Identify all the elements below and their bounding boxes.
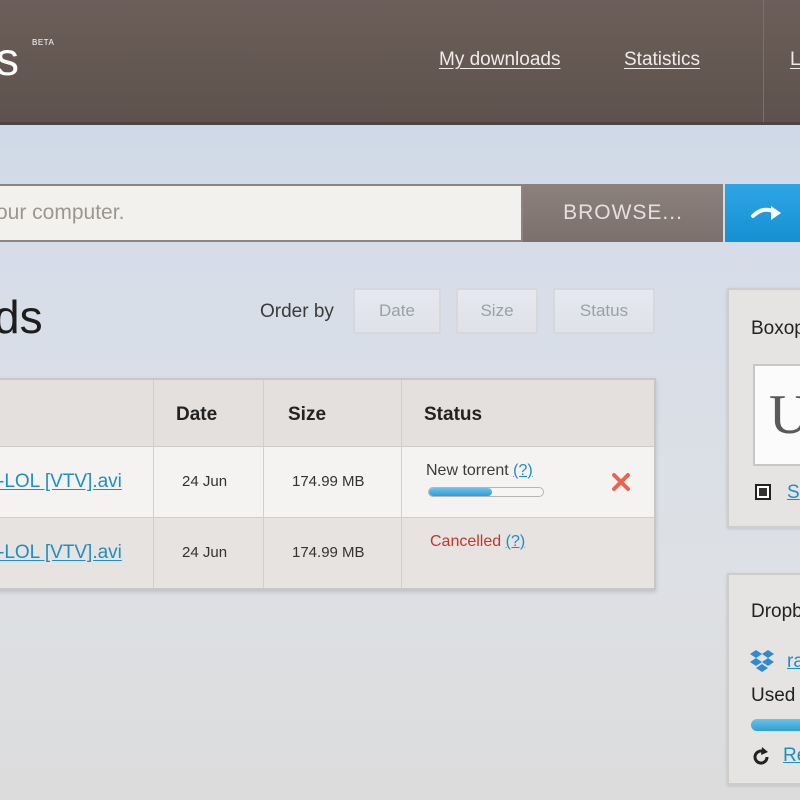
top-header: s BETA My downloads Statistics L: [0, 0, 800, 125]
dropbox-refresh-link[interactable]: Re: [783, 745, 800, 767]
dropbox-icon: [750, 650, 774, 672]
boxopus-panel: Boxop U S: [727, 288, 800, 528]
refresh-icon[interactable]: [751, 747, 771, 767]
download-date: 24 Jun: [182, 544, 228, 561]
arrow-right-icon: [751, 206, 781, 220]
download-date: 24 Jun: [182, 473, 228, 490]
browse-button[interactable]: BROWSE...: [523, 184, 723, 242]
boxopus-panel-title: Boxop: [751, 318, 800, 339]
nav-my-downloads[interactable]: My downloads: [439, 49, 560, 71]
order-by-size-button[interactable]: Size: [456, 288, 538, 334]
table-row: -LOL [VTV].avi 24 Jun 174.99 MB Cancelle…: [0, 518, 654, 588]
column-divider: [153, 380, 154, 588]
upload-go-button[interactable]: [725, 184, 800, 242]
status-text: New torrent: [426, 462, 509, 479]
status-help-link[interactable]: (?): [513, 462, 533, 479]
dropbox-panel: Dropb ra Used Re: [727, 573, 800, 785]
page-title: ds: [0, 291, 43, 343]
download-status: Cancelled (?): [430, 533, 525, 551]
download-progress-bar: [428, 487, 544, 497]
nav-divider: [763, 0, 764, 122]
dropbox-usage-bar: [751, 719, 800, 731]
boxopus-preview: U: [753, 364, 800, 466]
app-logo[interactable]: s: [0, 36, 20, 82]
status-help-link[interactable]: (?): [506, 533, 526, 550]
download-status: New torrent (?): [426, 462, 533, 480]
download-size: 174.99 MB: [292, 473, 365, 490]
column-divider: [401, 380, 402, 588]
torrent-file-input[interactable]: our computer.: [0, 184, 523, 242]
download-size: 174.99 MB: [292, 544, 365, 561]
nav-statistics[interactable]: Statistics: [624, 49, 700, 71]
table-row: -LOL [VTV].avi 24 Jun 174.99 MB New torr…: [0, 447, 654, 518]
column-header-size[interactable]: Size: [288, 404, 326, 426]
dropbox-panel-title: Dropb: [751, 601, 800, 622]
column-header-status[interactable]: Status: [424, 404, 482, 426]
column-divider: [263, 380, 264, 588]
download-filename-link[interactable]: -LOL [VTV].avi: [0, 471, 122, 493]
order-by-status-button[interactable]: Status: [553, 288, 655, 334]
boxopus-checkbox[interactable]: [755, 484, 771, 500]
delete-icon[interactable]: [610, 471, 632, 493]
beta-badge: BETA: [32, 38, 55, 47]
boxopus-link[interactable]: S: [787, 482, 800, 504]
status-text: Cancelled: [430, 533, 502, 550]
order-by-label: Order by: [260, 301, 334, 322]
column-header-date[interactable]: Date: [176, 404, 217, 426]
table-header: Date Size Status: [0, 380, 654, 447]
progress-fill: [429, 488, 492, 496]
dropbox-account-link[interactable]: ra: [787, 651, 800, 673]
downloads-table: Date Size Status -LOL [VTV].avi 24 Jun 1…: [0, 378, 656, 590]
nav-partial-link[interactable]: L: [790, 49, 800, 71]
download-filename-link[interactable]: -LOL [VTV].avi: [0, 542, 122, 564]
order-by-date-button[interactable]: Date: [353, 288, 441, 334]
dropbox-used-label: Used: [751, 685, 796, 706]
